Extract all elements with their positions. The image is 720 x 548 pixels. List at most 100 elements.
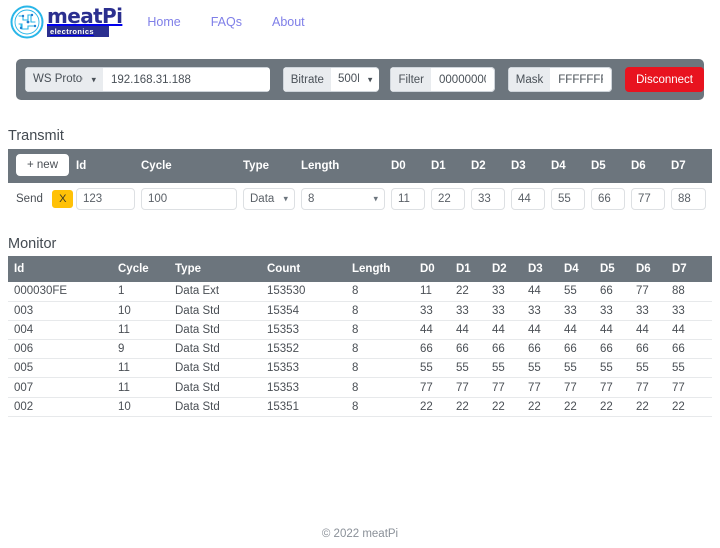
transmit-length-select[interactable]: 8 [301,188,385,210]
monitor-d0-cell: 44 [420,320,456,339]
th-monitor-d2: D2 [492,256,528,282]
address-input[interactable] [103,67,270,92]
table-row[interactable]: 00210Data Std1535182222222222222222 [8,397,712,416]
monitor-d0-cell: 55 [420,359,456,378]
monitor-d3-cell: 44 [528,282,564,301]
monitor-d7-cell: 66 [672,340,712,359]
th-monitor-id: Id [8,256,118,282]
th-monitor-length: Length [352,256,420,282]
bitrate-select[interactable]: 500K [331,67,380,92]
protocol-select-wrap: WS Protocol ▾ [25,67,103,92]
delete-transmit-button[interactable]: X [52,190,73,208]
disconnect-button[interactable]: Disconnect [625,67,704,92]
table-row[interactable]: 000030FE1Data Ext15353081122334455667788 [8,282,712,301]
transmit-d0-input[interactable] [391,188,425,210]
monitor-d7-cell: 88 [672,282,712,301]
table-row[interactable]: 00711Data Std1535387777777777777777 [8,378,712,397]
navbar: meatPi electronics Home FAQs About [0,0,720,44]
transmit-d1-input[interactable] [431,188,465,210]
mask-group: Mask [508,67,612,92]
filter-input[interactable] [431,67,495,92]
transmit-d2-input[interactable] [471,188,505,210]
th-monitor-d6: D6 [636,256,672,282]
brand-logo-link[interactable]: meatPi electronics [9,4,122,40]
monitor-d0-cell: 77 [420,378,456,397]
monitor-d6-cell: 22 [636,397,672,416]
monitor-table-body: 000030FE1Data Ext15353081122334455667788… [8,282,712,416]
transmit-table: + new Id Cycle Type Length D0 D1 D2 D3 D… [8,149,712,214]
transmit-length-cell: 8 ▾ [301,183,391,214]
monitor-count-cell: 15354 [267,301,352,320]
table-row[interactable]: 0069Data Std1535286666666666666666 [8,340,712,359]
transmit-d6-input[interactable] [631,188,665,210]
monitor-d2-cell: 55 [492,359,528,378]
monitor-d6-cell: 55 [636,359,672,378]
transmit-d5-input[interactable] [591,188,625,210]
connection-toolbar: WS Protocol ▾ Bitrate 500K ▾ Filter Mask [16,59,704,100]
th-monitor-count: Count [267,256,352,282]
monitor-d7-cell: 77 [672,378,712,397]
monitor-count-cell: 15353 [267,320,352,339]
app-root: meatPi electronics Home FAQs About WS Pr… [0,0,720,548]
transmit-d5-cell [591,183,631,214]
monitor-d0-cell: 33 [420,301,456,320]
mask-label: Mask [508,67,550,92]
monitor-d4-cell: 66 [564,340,600,359]
transmit-actions-cell: Send X [8,183,76,214]
th-transmit-d3: D3 [511,149,551,183]
monitor-d1-cell: 22 [456,282,492,301]
protocol-select[interactable]: WS Protocol [25,67,103,92]
table-row[interactable]: 00310Data Std1535483333333333333333 [8,301,712,320]
th-transmit-d4: D4 [551,149,591,183]
transmit-type-select-wrap: Data Std ▾ [243,188,295,210]
transmit-d3-input[interactable] [511,188,545,210]
monitor-d0-cell: 11 [420,282,456,301]
monitor-d2-cell: 66 [492,340,528,359]
monitor-d1-cell: 22 [456,397,492,416]
monitor-length-cell: 8 [352,359,420,378]
monitor-id-cell: 005 [8,359,118,378]
monitor-cycle-cell: 10 [118,301,175,320]
monitor-id-cell: 004 [8,320,118,339]
new-transmit-button[interactable]: + new [16,154,69,176]
monitor-d3-cell: 55 [528,359,564,378]
transmit-id-cell [76,183,141,214]
monitor-section-title: Monitor [8,236,56,252]
transmit-type-select[interactable]: Data Std [243,188,295,210]
th-transmit-length: Length [301,149,391,183]
transmit-d7-input[interactable] [671,188,706,210]
monitor-length-cell: 8 [352,340,420,359]
transmit-cycle-input[interactable] [141,188,237,210]
monitor-d5-cell: 55 [600,359,636,378]
send-button[interactable]: Send [12,193,49,205]
th-monitor-d4: D4 [564,256,600,282]
monitor-d5-cell: 22 [600,397,636,416]
monitor-d3-cell: 66 [528,340,564,359]
th-monitor-cycle: Cycle [118,256,175,282]
transmit-d4-cell [551,183,591,214]
th-transmit-cycle: Cycle [141,149,243,183]
monitor-d6-cell: 66 [636,340,672,359]
monitor-type-cell: Data Std [175,301,267,320]
nav-link-about[interactable]: About [270,11,307,33]
transmit-d4-input[interactable] [551,188,585,210]
brand-name: meatPi [47,7,122,25]
table-row[interactable]: 00411Data Std1535384444444444444444 [8,320,712,339]
monitor-d6-cell: 77 [636,378,672,397]
mask-input[interactable] [550,67,612,92]
th-transmit-type: Type [243,149,301,183]
monitor-d7-cell: 22 [672,397,712,416]
transmit-header-row: + new Id Cycle Type Length D0 D1 D2 D3 D… [8,149,712,183]
transmit-id-input[interactable] [76,188,135,210]
monitor-cycle-cell: 11 [118,320,175,339]
monitor-cycle-cell: 11 [118,378,175,397]
table-row[interactable]: 00511Data Std1535385555555555555555 [8,359,712,378]
monitor-cycle-cell: 9 [118,340,175,359]
nav-link-home[interactable]: Home [145,11,182,33]
bitrate-select-wrap: 500K ▾ [331,67,380,92]
th-transmit-d5: D5 [591,149,631,183]
nav-link-faqs[interactable]: FAQs [209,11,244,33]
monitor-d7-cell: 55 [672,359,712,378]
bitrate-group: Bitrate 500K ▾ [283,67,380,92]
transmit-cycle-cell [141,183,243,214]
